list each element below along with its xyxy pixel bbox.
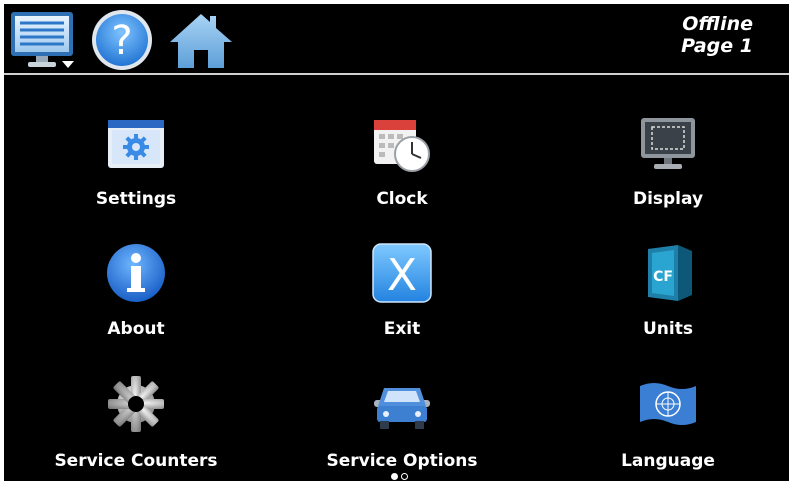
tile-service-counters[interactable]: Service Counters <box>6 344 266 471</box>
tile-label: Clock <box>376 189 428 209</box>
svg-text:X: X <box>387 250 417 301</box>
car-service-icon <box>372 374 432 434</box>
tile-label: Settings <box>95 189 177 209</box>
clock-icon <box>372 114 432 174</box>
home-icon[interactable] <box>168 10 234 70</box>
tile-label: Language <box>621 451 715 471</box>
page-dot-active[interactable] <box>391 473 398 480</box>
tile-settings[interactable]: Settings <box>6 76 266 209</box>
exit-icon: X <box>372 243 432 303</box>
tile-label: Service Options <box>326 451 478 471</box>
tile-about[interactable]: About <box>6 211 266 339</box>
header-divider <box>4 73 789 75</box>
help-icon[interactable]: ? <box>90 8 154 72</box>
page-dot[interactable] <box>401 473 408 480</box>
tile-label: Service Counters <box>54 451 218 471</box>
svg-text:?: ? <box>111 18 132 64</box>
menu-grid: Settings Clock Display About X Exit CF U… <box>4 76 789 471</box>
top-bar: ? Offline Page 1 <box>4 4 789 72</box>
gear-icon <box>106 374 166 434</box>
un-flag-icon <box>638 374 698 434</box>
tile-label: Exit <box>383 319 421 339</box>
status-block: Offline Page 1 <box>681 13 753 57</box>
tile-display[interactable]: Display <box>538 76 789 209</box>
tile-language[interactable]: Language <box>538 344 789 471</box>
tile-clock[interactable]: Clock <box>272 76 532 209</box>
tile-label: About <box>107 319 165 339</box>
tile-label: Units <box>643 319 693 339</box>
tile-units[interactable]: CF Units <box>538 211 789 339</box>
tile-exit[interactable]: X Exit <box>272 211 532 339</box>
svg-text:CF: CF <box>653 269 673 285</box>
monitor-menu-icon[interactable] <box>8 10 76 70</box>
connection-status: Offline <box>682 13 753 35</box>
info-icon <box>106 243 166 303</box>
units-icon: CF <box>638 243 698 303</box>
main-screen: ? Offline Page 1 Settings Clock Display … <box>4 4 789 481</box>
tile-label: Display <box>632 189 704 209</box>
display-icon <box>638 114 698 174</box>
page-indicator-text: Page 1 <box>681 35 753 57</box>
page-dots <box>391 473 411 481</box>
tile-service-options[interactable]: Service Options <box>272 344 532 471</box>
settings-icon <box>106 114 166 174</box>
